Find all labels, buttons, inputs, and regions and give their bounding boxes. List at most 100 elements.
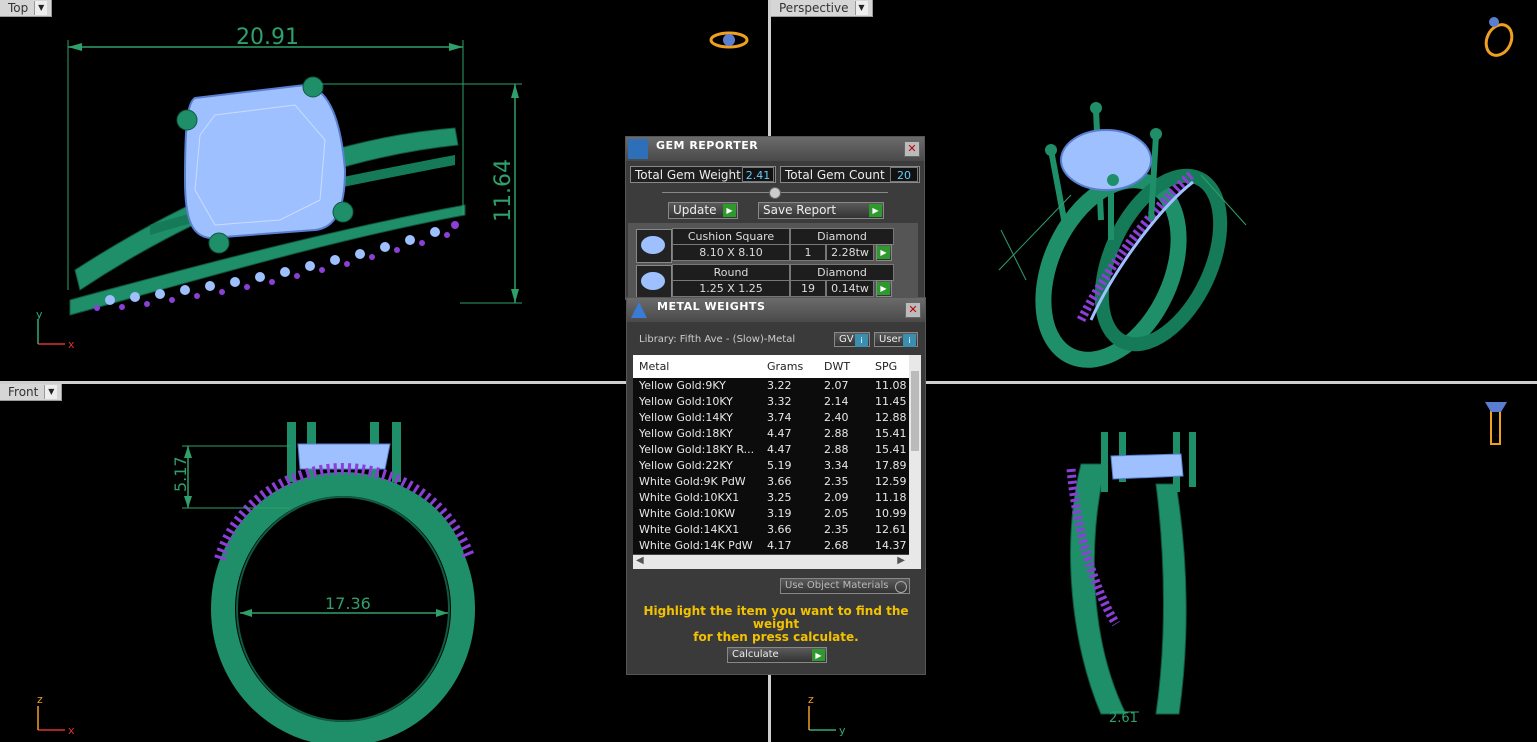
gem-thumbnail-cushion[interactable] [636, 229, 672, 263]
update-button[interactable]: Update ▶ [668, 202, 738, 219]
metal-name: White Gold:14K PdW [639, 539, 753, 552]
viewport-tab-front[interactable]: Front ▼ [0, 384, 63, 401]
table-row[interactable]: Yellow Gold:14KY 3.74 2.40 12.88 [633, 410, 909, 427]
gv-toggle[interactable]: GV i [834, 332, 870, 347]
gem-reporter-title: GEM REPORTER [656, 139, 759, 152]
grams-value: 3.25 [767, 491, 792, 504]
dwt-value: 2.05 [824, 507, 849, 520]
play-arrow-icon: ▶ [723, 204, 736, 217]
metal-name: Yellow Gold:18KY [639, 427, 733, 440]
table-row[interactable]: White Gold:10KW 3.19 2.05 10.99 [633, 506, 909, 523]
chevron-down-icon[interactable]: ▼ [854, 1, 868, 15]
table-row[interactable]: White Gold:10KX1 3.25 2.09 11.18 [633, 490, 909, 507]
metal-weights-table[interactable]: Metal Grams DWT SPG Yellow Gold:9KY 3.22 2… [633, 355, 921, 569]
ring-orientation-icon [1484, 17, 1514, 57]
ring-orientation-icon [709, 31, 749, 49]
calculate-button[interactable]: Calculate ▶ [727, 647, 827, 663]
close-icon[interactable]: ✕ [904, 141, 920, 157]
column-header-grams[interactable]: Grams [767, 360, 803, 373]
instruction-line-2: for then press calculate. [693, 630, 859, 644]
ring-orientation-icon [1485, 402, 1507, 445]
gem-count: 19 [790, 280, 826, 297]
gem-reporter-titlebar[interactable]: GEM REPORTER ✕ [626, 137, 924, 161]
table-row[interactable]: Yellow Gold:10KY 3.32 2.14 11.45 [633, 394, 909, 411]
viewport-tab-top[interactable]: Top ▼ [0, 0, 53, 17]
instruction-note: Highlight the item you want to find the … [630, 605, 922, 644]
gem-thumbnail-round[interactable] [636, 265, 672, 299]
instruction-line-1: Highlight the item you want to find the … [643, 604, 909, 631]
grams-value: 3.66 [767, 523, 792, 536]
table-header: Metal Grams DWT SPG [633, 355, 909, 377]
metal-name: White Gold:10KW [639, 507, 736, 520]
spg-value: 14.37 [875, 539, 907, 552]
right-width-dimension: 2.61 [1109, 711, 1138, 726]
metal-weights-titlebar[interactable]: METAL WEIGHTS ✕ [627, 298, 925, 322]
gem-shape: Cushion Square [672, 228, 790, 245]
gem-shape: Round [672, 264, 790, 281]
scroll-left-icon[interactable]: ◀ [636, 555, 644, 566]
table-row[interactable]: White Gold:14KX1 3.66 2.35 12.61 [633, 522, 909, 539]
gem-select-button[interactable]: ▶ [876, 280, 892, 297]
top-height-dimension: 11.64 [491, 159, 516, 222]
scroll-thumb[interactable] [911, 371, 919, 451]
gem-type: Diamond [790, 228, 894, 245]
gem-select-button[interactable]: ▶ [876, 244, 892, 261]
axis-y-label: y [839, 724, 846, 737]
dwt-value: 2.35 [824, 475, 849, 488]
column-header-metal[interactable]: Metal [639, 360, 669, 373]
grams-value: 4.47 [767, 427, 792, 440]
table-row[interactable]: White Gold:9K PdW 3.66 2.35 12.59 [633, 474, 909, 491]
dwt-value: 2.07 [824, 379, 849, 392]
play-arrow-icon: ▶ [869, 204, 882, 217]
spg-value: 10.99 [875, 507, 907, 520]
table-row[interactable]: Yellow Gold:18KY 4.47 2.88 15.41 [633, 426, 909, 443]
gem-type: Diamond [790, 264, 894, 281]
use-object-materials-checkbox[interactable]: Use Object Materials [780, 578, 910, 594]
viewport-tab-perspective[interactable]: Perspective ▼ [771, 0, 873, 17]
metal-name: White Gold:14KX1 [639, 523, 740, 536]
spg-value: 11.45 [875, 395, 907, 408]
metal-name: Yellow Gold:10KY [639, 395, 733, 408]
info-icon: i [903, 334, 916, 347]
dwt-value: 3.34 [824, 459, 849, 472]
play-arrow-icon: ▶ [877, 282, 890, 295]
dwt-value: 2.09 [824, 491, 849, 504]
grams-value: 3.66 [767, 475, 792, 488]
radio-icon [895, 581, 907, 593]
table-row[interactable]: White Gold:14K PdW 4.17 2.68 14.37 [633, 538, 909, 555]
use-object-materials-label: Use Object Materials [785, 580, 889, 591]
metal-name: Yellow Gold:9KY [639, 379, 726, 392]
chevron-down-icon[interactable]: ▼ [34, 1, 48, 15]
gem-weight: 2.28tw [826, 244, 874, 261]
scroll-right-icon[interactable]: ▶ [897, 555, 905, 566]
gem-reporter-icon [628, 139, 648, 159]
table-vertical-scrollbar[interactable] [909, 355, 921, 555]
size-slider-handle[interactable] [769, 187, 781, 199]
close-icon[interactable]: ✕ [905, 302, 921, 318]
spg-value: 12.59 [875, 475, 907, 488]
top-width-dimension: 20.91 [236, 25, 299, 50]
save-report-button[interactable]: Save Report ▶ [758, 202, 884, 219]
dwt-value: 2.68 [824, 539, 849, 552]
table-row[interactable]: Yellow Gold:22KY 5.19 3.34 17.89 [633, 458, 909, 475]
table-row[interactable]: Yellow Gold:9KY 3.22 2.07 11.08 [633, 378, 909, 395]
metal-name: Yellow Gold:22KY [639, 459, 733, 472]
spg-value: 12.88 [875, 411, 907, 424]
gem-reporter-panel: GEM REPORTER ✕ Total Gem Weight 2.41 Tot… [625, 136, 925, 300]
metal-weights-icon [629, 300, 649, 320]
spg-value: 15.41 [875, 427, 907, 440]
dwt-value: 2.88 [824, 443, 849, 456]
spg-value: 17.89 [875, 459, 907, 472]
chevron-down-icon[interactable]: ▼ [44, 385, 58, 399]
column-header-dwt[interactable]: DWT [824, 360, 850, 373]
column-header-spg[interactable]: SPG [875, 360, 897, 373]
viewport-label: Top [8, 1, 29, 15]
grams-value: 3.19 [767, 507, 792, 520]
library-label: Library: Fifth Ave - (Slow)-Metal [639, 334, 796, 345]
user-toggle[interactable]: User i [874, 332, 918, 347]
dwt-value: 2.88 [824, 427, 849, 440]
axis-x-label: x [68, 724, 75, 737]
grams-value: 3.32 [767, 395, 792, 408]
table-row[interactable]: Yellow Gold:18KY R... 4.47 2.88 15.41 [633, 442, 909, 459]
table-horizontal-scrollbar[interactable]: ◀ ▶ [633, 555, 921, 569]
